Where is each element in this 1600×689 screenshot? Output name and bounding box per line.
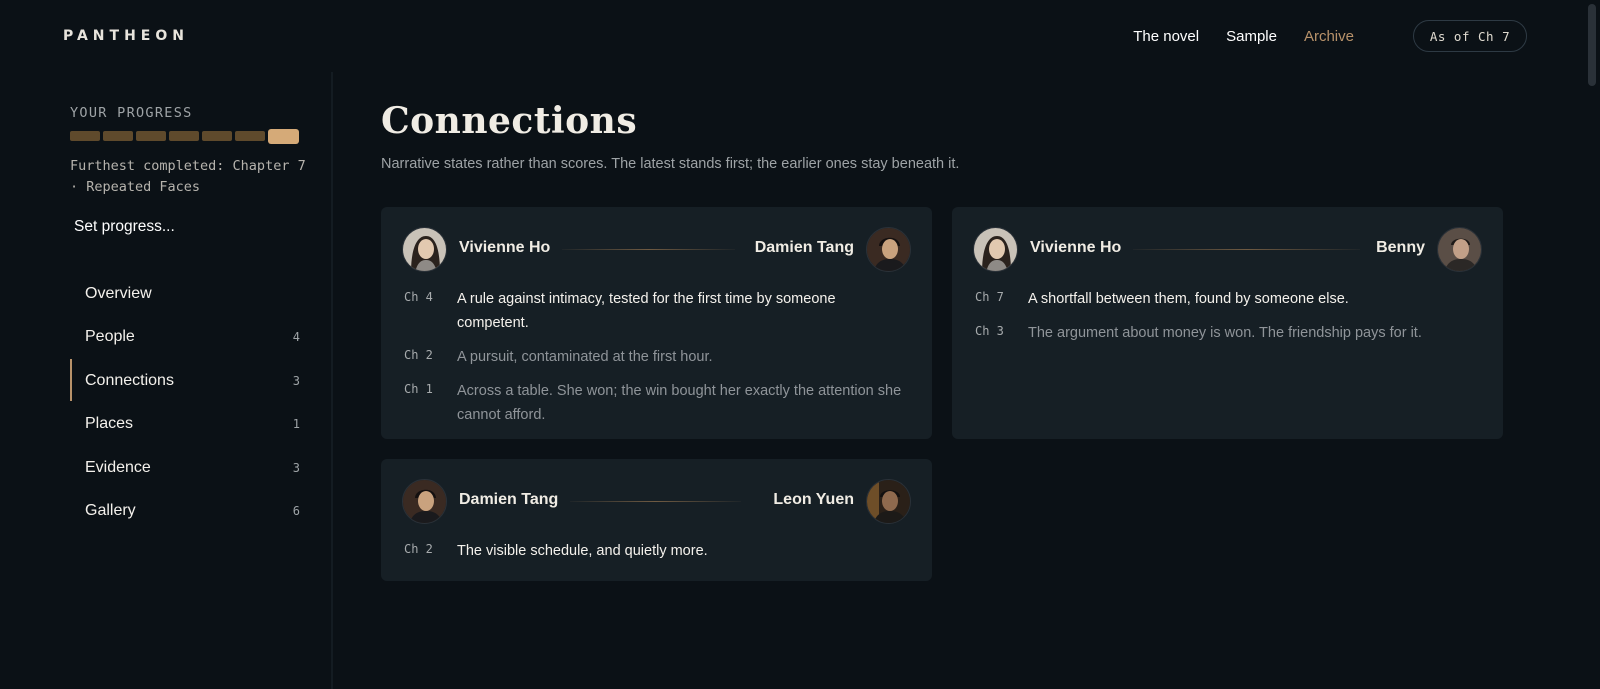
sidebar-item-count: 6 <box>292 504 300 519</box>
portrait-icon <box>1438 228 1481 271</box>
connection-entries: Ch 4 A rule against intimacy, tested for… <box>404 287 902 437</box>
chapter-label: Ch 2 <box>404 348 433 362</box>
connection-entries: Ch 7 A shortfall between them, found by … <box>975 287 1473 355</box>
portrait-icon <box>867 480 910 523</box>
sidebar-item-evidence[interactable]: Evidence 3 <box>70 446 300 490</box>
sidebar-item-label: Connections <box>85 371 174 389</box>
progress-title: YOUR PROGRESS <box>70 105 193 121</box>
sidebar-item-label: Places <box>85 415 134 433</box>
connection-entries: Ch 2 The visible schedule, and quietly m… <box>404 539 902 573</box>
avatar <box>866 227 911 272</box>
scrollbar-thumb[interactable] <box>1588 4 1596 86</box>
scrollbar[interactable] <box>1584 0 1600 689</box>
connection-entry: Ch 2 The visible schedule, and quietly m… <box>404 539 902 563</box>
progress-segment-5 <box>202 131 232 141</box>
sidebar-item-overview[interactable]: Overview <box>70 272 300 316</box>
progress-segment-3 <box>136 131 166 141</box>
connection-card[interactable]: Damien Tang Leon Yuen Ch 2 The visible s… <box>381 459 932 581</box>
chapter-label: Ch 7 <box>975 290 1004 304</box>
chapter-label: Ch 2 <box>404 542 433 556</box>
entry-text: A rule against intimacy, tested for the … <box>457 291 836 331</box>
person-name-right[interactable]: Damien Tang <box>755 239 854 257</box>
entry-text: The argument about money is won. The fri… <box>1028 325 1422 341</box>
entry-text: A shortfall between them, found by someo… <box>1028 291 1349 307</box>
sidebar-nav: Overview People 4 Connections 3 Places 1… <box>70 272 300 533</box>
connector-line <box>1133 249 1360 250</box>
sidebar-item-label: Gallery <box>85 502 136 520</box>
portrait-icon <box>974 228 1017 271</box>
connection-entry: Ch 1 Across a table. She won; the win bo… <box>404 379 902 427</box>
progress-segment-2 <box>103 131 133 141</box>
person-name-right[interactable]: Leon Yuen <box>773 491 854 509</box>
avatar <box>402 479 447 524</box>
sidebar: YOUR PROGRESS Furthest completed: Chapte… <box>0 72 333 689</box>
sidebar-item-label: People <box>85 328 135 346</box>
connection-header: Vivienne Ho Benny <box>973 227 1482 272</box>
connection-entry: Ch 4 A rule against intimacy, tested for… <box>404 287 902 335</box>
person-name-right[interactable]: Benny <box>1376 239 1425 257</box>
nav-sample[interactable]: Sample <box>1226 28 1277 45</box>
connection-header: Vivienne Ho Damien Tang <box>402 227 911 272</box>
entry-text: Across a table. She won; the win bought … <box>457 383 902 423</box>
progress-segment-6 <box>235 131 265 141</box>
nav-the-novel[interactable]: The novel <box>1133 28 1199 45</box>
nav-archive[interactable]: Archive <box>1304 28 1354 45</box>
connection-entry: Ch 3 The argument about money is won. Th… <box>975 321 1473 345</box>
progress-segment-7 <box>268 129 299 144</box>
main-nav: The novel Sample Archive <box>1133 28 1354 45</box>
sidebar-item-label: Evidence <box>85 458 151 476</box>
sidebar-item-label: Overview <box>85 284 152 302</box>
set-progress-link[interactable]: Set progress... <box>74 218 175 236</box>
person-name-left[interactable]: Damien Tang <box>459 491 558 509</box>
portrait-icon <box>403 228 446 271</box>
sidebar-item-places[interactable]: Places 1 <box>70 403 300 447</box>
connection-entry: Ch 2 A pursuit, contaminated at the firs… <box>404 345 902 369</box>
chapter-label: Ch 4 <box>404 290 433 304</box>
avatar <box>1437 227 1482 272</box>
sidebar-item-count: 3 <box>292 373 300 388</box>
chapter-label: Ch 3 <box>975 324 1004 338</box>
top-bar: PANTHEON The novel Sample Archive As of … <box>0 0 1584 72</box>
sidebar-item-people[interactable]: People 4 <box>70 316 300 360</box>
connector-line <box>570 501 741 502</box>
person-name-left[interactable]: Vivienne Ho <box>1030 239 1121 257</box>
sidebar-item-connections[interactable]: Connections 3 <box>70 359 300 403</box>
entry-text: The visible schedule, and quietly more. <box>457 543 708 559</box>
progress-bar <box>70 129 299 144</box>
chapter-label: Ch 1 <box>404 382 433 396</box>
entry-text: A pursuit, contaminated at the first hou… <box>457 349 713 365</box>
connection-entry: Ch 7 A shortfall between them, found by … <box>975 287 1473 311</box>
connection-card[interactable]: Vivienne Ho Damien Tang Ch 4 A rule agai… <box>381 207 932 439</box>
page-subtitle: Narrative states rather than scores. The… <box>381 156 960 172</box>
avatar <box>402 227 447 272</box>
person-name-left[interactable]: Vivienne Ho <box>459 239 550 257</box>
avatar <box>973 227 1018 272</box>
furthest-completed: Furthest completed: Chapter 7 · Repeated… <box>70 158 306 195</box>
avatar <box>866 479 911 524</box>
connector-line <box>562 249 735 250</box>
sidebar-item-count: 4 <box>292 330 300 345</box>
chapter-pill[interactable]: As of Ch 7 <box>1413 20 1527 52</box>
page-title: Connections <box>381 100 638 142</box>
portrait-icon <box>867 228 910 271</box>
brand-logo[interactable]: PANTHEON <box>63 28 189 44</box>
progress-segment-4 <box>169 131 199 141</box>
progress-segment-1 <box>70 131 100 141</box>
connection-header: Damien Tang Leon Yuen <box>402 479 911 524</box>
sidebar-item-count: 1 <box>292 417 300 432</box>
sidebar-item-gallery[interactable]: Gallery 6 <box>70 490 300 534</box>
connection-card[interactable]: Vivienne Ho Benny Ch 7 A shortfall betwe… <box>952 207 1503 439</box>
portrait-icon <box>403 480 446 523</box>
sidebar-item-count: 3 <box>292 460 300 475</box>
